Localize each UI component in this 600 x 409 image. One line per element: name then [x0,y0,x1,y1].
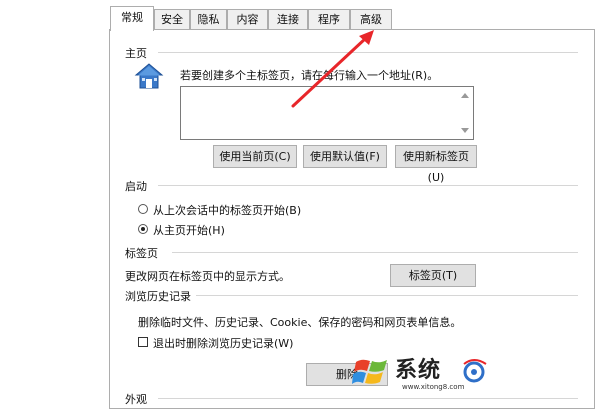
section-divider [158,398,578,399]
homepage-url-textarea[interactable] [180,86,474,140]
watermark: 系统 www.xitong8.com [352,350,492,395]
watermark-brand-text: 系统 [395,357,442,383]
delete-on-exit-checkbox[interactable] [138,337,148,347]
use-default-button[interactable]: 使用默认值(F) [303,145,387,168]
use-new-tab-button[interactable]: 使用新标签页(U) [395,145,477,184]
history-section-title: 浏览历史记录 [125,290,191,303]
tab-content[interactable]: 内容 [227,9,268,29]
watermark-swirl-icon [463,359,487,383]
radio-homepage[interactable] [138,224,148,234]
tabs-section-title: 标签页 [125,247,158,260]
homepage-section-title: 主页 [125,47,147,60]
scroll-down-icon[interactable] [461,128,469,133]
tab-programs[interactable]: 程序 [308,9,350,29]
scroll-up-icon[interactable] [461,93,469,98]
section-divider [196,295,578,296]
windows-logo-icon [352,359,387,384]
startup-section-title: 启动 [125,180,147,193]
tab-security[interactable]: 安全 [154,9,190,29]
homepage-description: 若要创建多个主标签页，请在每行输入一个地址(R)。 [180,69,439,82]
tab-connections[interactable]: 连接 [268,9,308,29]
history-description: 删除临时文件、历史记录、Cookie、保存的密码和网页表单信息。 [138,316,462,329]
watermark-url: www.xitong8.com [402,383,465,391]
tab-general[interactable]: 常规 [110,6,154,31]
house-icon [134,62,164,93]
use-current-button[interactable]: 使用当前页(C) [213,145,297,168]
section-divider [158,52,578,53]
radio-last-session-label[interactable]: 从上次会话中的标签页开始(B) [153,202,301,218]
tab-bar: 常规 安全 隐私 内容 连接 程序 高级 [0,0,600,31]
radio-selected-dot [141,227,145,231]
radio-last-session[interactable] [138,204,148,214]
section-divider [158,185,578,186]
tabs-settings-button[interactable]: 标签页(T) [390,264,476,287]
tabs-section-description: 更改网页在标签页中的显示方式。 [125,270,290,283]
delete-on-exit-label[interactable]: 退出时删除浏览历史记录(W) [153,335,293,351]
textarea-scrollbar[interactable] [457,87,473,139]
tab-privacy[interactable]: 隐私 [190,9,227,29]
section-divider [172,252,578,253]
radio-homepage-label[interactable]: 从主页开始(H) [153,222,225,238]
appearance-section-title: 外观 [125,393,147,406]
tab-advanced[interactable]: 高级 [350,9,392,29]
